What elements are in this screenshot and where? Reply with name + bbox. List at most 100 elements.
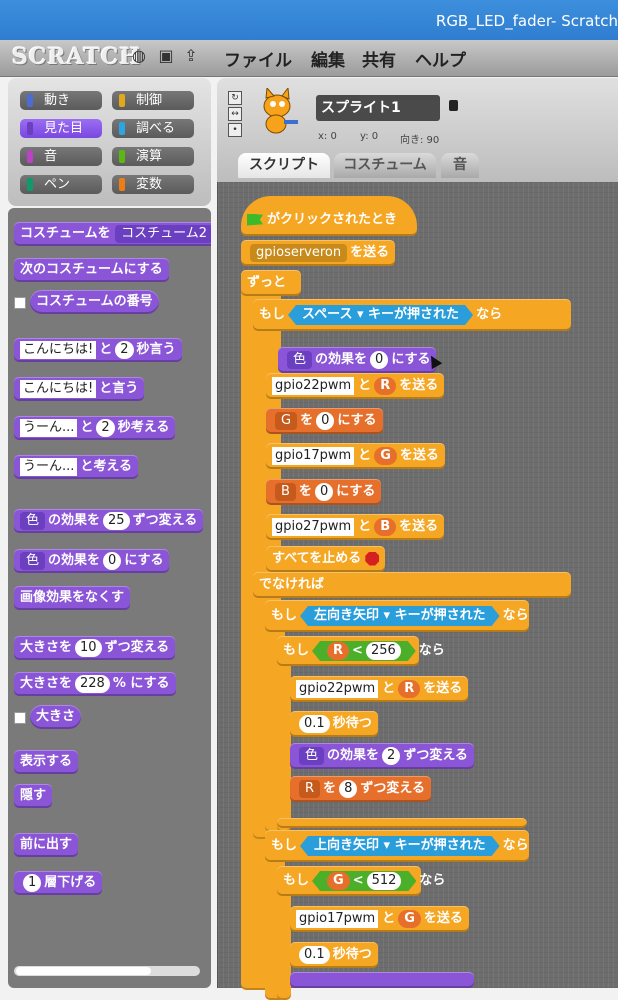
limit-input[interactable]: 256 [366,642,401,660]
block-set-color-effect[interactable]: 色の効果を 0 にする [278,347,437,373]
effect-dropdown[interactable]: 色 [20,512,46,530]
block-next-costume[interactable]: 次のコスチュームにする [14,258,169,282]
category-sensing[interactable]: 調べる [112,119,194,138]
block-change-r[interactable]: R を 8 ずつ変える [290,776,431,802]
block-hide[interactable]: 隠す [14,784,53,808]
category-motion[interactable]: 動き [20,91,102,110]
block-send-gpio17[interactable]: gpio17pwm と G を送る [290,906,469,932]
layer-count-input[interactable]: 1 [23,874,42,892]
menu-file[interactable]: ファイル [224,46,292,71]
block-show[interactable]: 表示する [14,750,79,774]
menu-share[interactable]: 共有 [362,46,396,71]
block-wait[interactable]: 0.1 秒待つ [290,942,378,968]
block-change-effect[interactable]: 色の効果を 25 ずつ変える [14,509,204,533]
category-operators[interactable]: 演算 [112,147,194,166]
menu-edit[interactable]: 編集 [311,46,345,71]
key-dropdown[interactable]: 上向き矢印 [314,838,379,853]
variable-dropdown[interactable]: R [299,780,321,798]
block-send-gpio22[interactable]: gpio22pwm と R を送る [266,373,445,399]
think-seconds-input[interactable]: 2 [96,419,115,437]
rotate-style-icon[interactable]: ↻ [228,91,242,105]
effect-dropdown[interactable]: 色 [20,552,46,570]
size-value-input[interactable]: 228 [75,675,110,693]
share-icon[interactable]: ⇪ [182,47,200,65]
block-send-gpio27[interactable]: gpio27pwm と B を送る [266,514,445,540]
variable-g-reporter[interactable]: G [327,872,350,890]
palette-scrollbar[interactable] [14,966,200,976]
less-than-condition[interactable]: R <256 [312,641,416,661]
value-input[interactable]: 0 [314,483,334,501]
wait-seconds-input[interactable]: 0.1 [299,715,330,733]
no-rotate-icon[interactable]: • [228,123,242,137]
category-variables[interactable]: 変数 [112,175,194,194]
effect-value-input[interactable]: 0 [103,552,122,570]
wait-seconds-input[interactable]: 0.1 [299,946,330,964]
block-else[interactable]: でなければ [253,572,571,598]
block-say[interactable]: こんにちは! と言う [14,377,145,401]
key-pressed-condition[interactable]: スペース ▾ キーが押された [288,305,473,325]
size-checkbox[interactable] [14,712,26,724]
variable-dropdown[interactable]: G [275,412,298,430]
block-go-front[interactable]: 前に出す [14,833,79,857]
block-set-size[interactable]: 大きさを 228% にする [14,672,176,696]
category-control[interactable]: 制御 [112,91,194,110]
block-if-g-lt[interactable]: もし G <512 なら [277,866,445,896]
effect-amount-input[interactable]: 2 [382,747,401,765]
block-think-for[interactable]: うーん... と 2 秒考える [14,416,176,440]
message-input[interactable]: gpio22pwm [296,680,379,698]
variable-g-reporter[interactable]: G [398,910,421,928]
effect-amount-input[interactable]: 25 [103,512,130,530]
limit-input[interactable]: 512 [367,872,402,890]
variable-b-reporter[interactable]: B [374,518,397,536]
category-sound[interactable]: 音 [20,147,102,166]
sprite-thumbnail[interactable] [252,88,302,136]
key-dropdown[interactable]: 左向き矢印 [314,608,379,623]
sprite-name-field[interactable]: スプライト1 [316,95,440,121]
block-stop-all[interactable]: すべてを止める [266,546,386,572]
block-change-size[interactable]: 大きさを 10 ずつ変える [14,636,176,660]
block-change-color-effect-partial[interactable] [290,972,474,988]
effect-dropdown[interactable]: 色 [287,351,313,369]
block-if-left[interactable]: もし 左向き矢印 ▾ キーが押された なら [265,600,529,632]
block-clear-effects[interactable]: 画像効果をなくす [14,586,131,610]
scrollbar-thumb[interactable] [16,967,151,975]
category-looks[interactable]: 見た目 [20,119,102,138]
flip-style-icon[interactable]: ↔ [228,107,242,121]
block-switch-costume[interactable]: コスチュームを コスチューム2 [14,222,211,246]
value-input[interactable]: 0 [316,412,335,430]
block-if-r-lt[interactable]: もし R <256 なら [277,636,445,666]
tab-sounds[interactable]: 音 [441,153,479,178]
message-input[interactable]: gpio22pwm [272,377,355,395]
variable-r-reporter[interactable]: R [374,377,397,395]
effect-dropdown[interactable]: 色 [299,747,325,765]
message-input[interactable]: gpio27pwm [272,518,355,536]
block-if-up[interactable]: もし 上向き矢印 ▾ キーが押された なら [265,830,529,862]
effect-value-input[interactable]: 0 [370,351,389,369]
broadcast-dropdown[interactable]: gpioserveron [250,244,348,262]
key-pressed-condition[interactable]: 左向き矢印 ▾ キーが押された [300,606,500,626]
block-change-color-effect[interactable]: 色の効果を 2 ずつ変える [290,743,474,769]
block-send-gpio22[interactable]: gpio22pwm と R を送る [290,676,469,702]
size-change-input[interactable]: 10 [75,639,102,657]
less-than-condition[interactable]: G <512 [312,871,416,891]
block-say-for[interactable]: こんにちは! と 2 秒言う [14,338,182,362]
globe-icon[interactable]: ◍ [130,47,148,65]
block-send-gpio17[interactable]: gpio17pwm と G を送る [266,443,445,469]
block-go-back[interactable]: 1 層下げる [14,871,103,895]
key-pressed-condition[interactable]: 上向き矢印 ▾ キーが押された [300,836,500,856]
block-forever[interactable]: ずっと [241,270,301,296]
variable-g-reporter[interactable]: G [374,447,397,465]
block-costume-number[interactable]: コスチュームの番号 [30,290,159,314]
block-set-b[interactable]: B を 0 にする [266,479,382,505]
lock-icon[interactable] [449,100,458,111]
think-text-input[interactable]: うーん... [20,458,78,476]
key-dropdown[interactable]: スペース [302,307,352,322]
tab-costumes[interactable]: コスチューム [334,153,436,178]
say-seconds-input[interactable]: 2 [115,341,134,359]
block-think[interactable]: うーん... と考える [14,455,139,479]
block-set-g[interactable]: G を 0 にする [266,408,383,434]
menu-help[interactable]: ヘルプ [415,46,466,71]
block-wait[interactable]: 0.1 秒待つ [290,711,378,737]
save-icon[interactable]: ▣ [157,47,175,65]
message-input[interactable]: gpio17pwm [296,910,379,928]
